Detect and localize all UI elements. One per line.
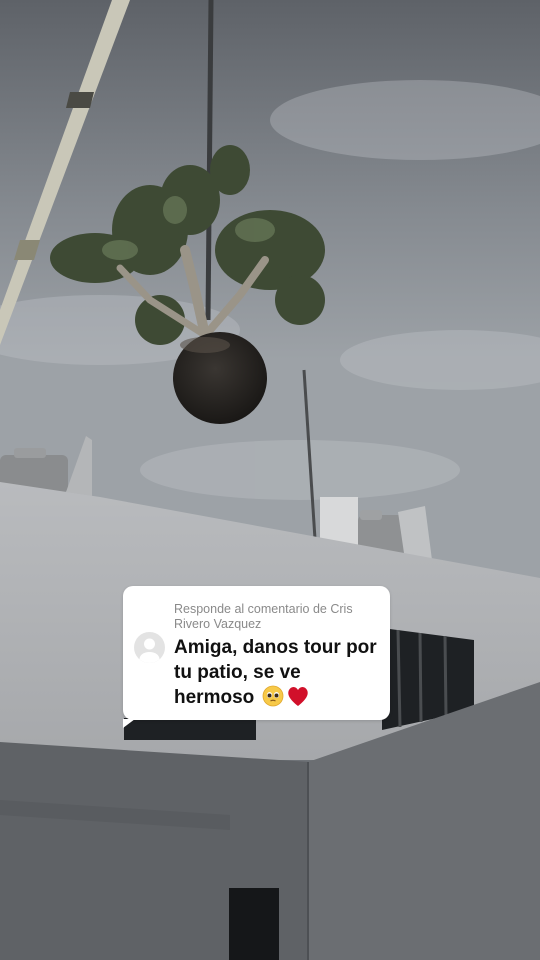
card-tail <box>123 719 135 728</box>
reply-comment-card[interactable]: Responde al comentario de Cris Rivero Va… <box>123 586 390 728</box>
red-heart-icon <box>287 687 308 706</box>
reply-header: Responde al comentario de Cris Rivero Va… <box>174 602 353 631</box>
avatar[interactable] <box>134 632 165 663</box>
doorway <box>229 888 279 960</box>
photo-background <box>0 0 540 960</box>
pleading-face-icon <box>262 685 283 707</box>
building-window-lower <box>124 718 256 740</box>
reply-comment-text: Amiga, danos tour por tu patio, se ve he… <box>174 635 384 710</box>
crane-cable <box>205 0 214 321</box>
avatar-placeholder-icon <box>139 638 160 663</box>
